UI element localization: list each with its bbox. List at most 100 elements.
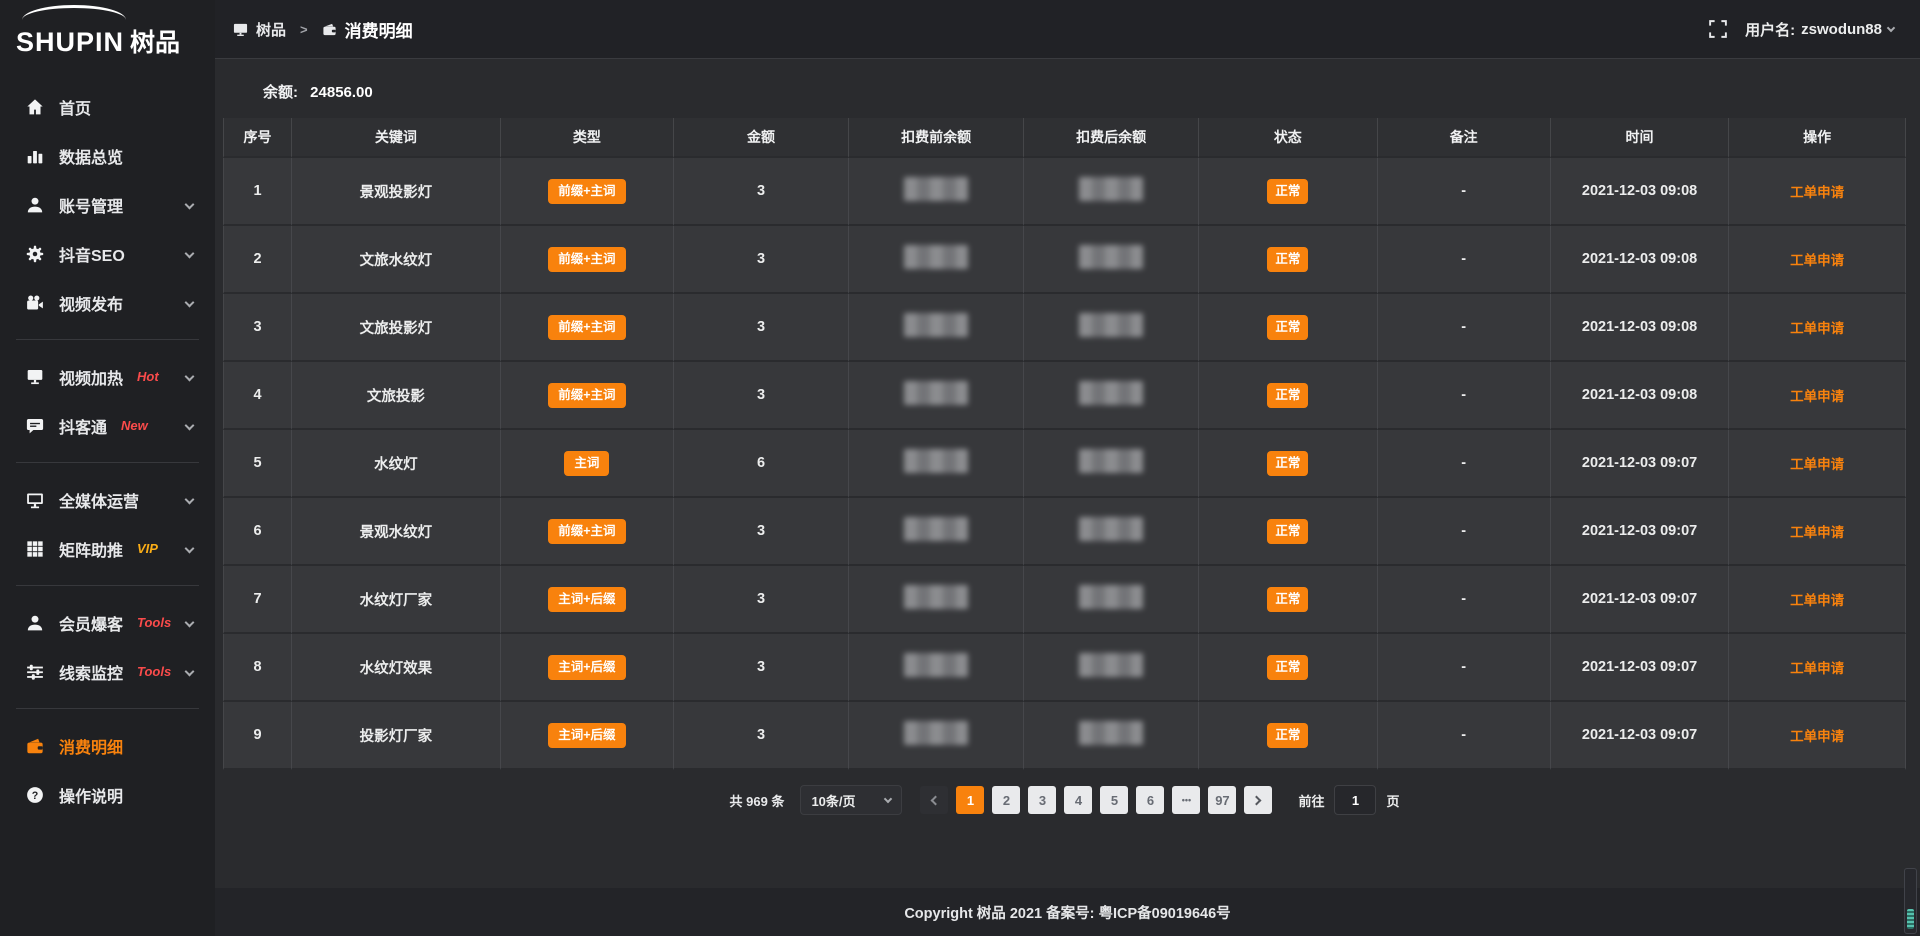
column-header-0: 序号	[223, 118, 292, 158]
scrollbar-thumb[interactable]	[1907, 909, 1914, 929]
sidebar-item-video-publish[interactable]: 视频发布	[0, 278, 215, 327]
page-button-2[interactable]: 2	[992, 786, 1020, 814]
chevron-down-icon	[185, 544, 195, 554]
chevron-down-icon	[185, 200, 195, 210]
cell-masked-balance-before	[849, 226, 1024, 294]
cell-status: 正常	[1199, 430, 1377, 498]
page-size-select[interactable]: 10条/页	[800, 785, 902, 815]
sidebar-item-label: 消费明细	[59, 734, 123, 758]
cell-remark: -	[1378, 430, 1551, 498]
type-badge: 主词+后缀	[548, 655, 625, 680]
logo-text-zh: 树品	[130, 31, 180, 56]
cell-masked-balance-before	[849, 294, 1024, 362]
type-badge: 前缀+主词	[548, 519, 625, 544]
chevron-down-icon	[185, 249, 195, 259]
pagination-total: 共 969 条	[730, 791, 785, 810]
cell-status: 正常	[1199, 634, 1377, 702]
masked-balance-after	[1079, 517, 1143, 541]
masked-balance-before	[904, 381, 968, 405]
cell-type: 前缀+主词	[501, 294, 674, 362]
cell-amount: 3	[674, 702, 849, 770]
sidebar-item-matrix-boost[interactable]: 矩阵助推VIP	[0, 524, 215, 573]
cell-masked-balance-after	[1024, 226, 1199, 294]
next-page-button[interactable]	[1244, 786, 1272, 814]
sidebar-item-member-burst[interactable]: 会员爆客Tools	[0, 598, 215, 647]
action-link[interactable]: 工单申请	[1790, 729, 1844, 744]
fullscreen-icon[interactable]	[1709, 20, 1727, 38]
cell-time: 2021-12-03 09:07	[1551, 566, 1729, 634]
sidebar-item-account-manage[interactable]: 账号管理	[0, 180, 215, 229]
sidebar-item-operation-guide[interactable]: ?操作说明	[0, 770, 215, 819]
pagination: 共 969 条 10条/页 123456 ••• 97 前往 页	[223, 785, 1906, 815]
masked-balance-after	[1079, 381, 1143, 405]
action-link[interactable]: 工单申请	[1790, 321, 1844, 336]
breadcrumb-current: 消费明细	[345, 17, 413, 42]
action-link[interactable]: 工单申请	[1790, 185, 1844, 200]
sidebar-item-douyin-seo[interactable]: 抖音SEO	[0, 229, 215, 278]
sidebar-item-home[interactable]: 首页	[0, 82, 215, 131]
logo[interactable]: SHUPIN 树品	[0, 0, 215, 64]
username-label: 用户名:	[1745, 19, 1795, 40]
chat-icon	[26, 417, 44, 435]
chevron-down-icon	[185, 372, 195, 382]
masked-balance-before	[904, 517, 968, 541]
chevron-down-icon	[1887, 24, 1895, 32]
balance: 余额: 24856.00	[263, 81, 1906, 102]
cell-keyword: 水纹灯效果	[292, 634, 501, 702]
page-button-3[interactable]: 3	[1028, 786, 1056, 814]
sidebar-item-clue-monitor[interactable]: 线索监控Tools	[0, 647, 215, 696]
masked-balance-after	[1079, 177, 1143, 201]
page-ellipsis-button[interactable]: •••	[1172, 786, 1200, 814]
sidebar-item-label: 矩阵助推	[59, 537, 123, 561]
cell-action: 工单申请	[1729, 158, 1906, 226]
cell-time: 2021-12-03 09:07	[1551, 634, 1729, 702]
sidebar-item-video-heat[interactable]: 视频加热Hot	[0, 352, 215, 401]
masked-balance-after	[1079, 449, 1143, 473]
cell-masked-balance-after	[1024, 702, 1199, 770]
table-row: 1景观投影灯前缀+主词3正常-2021-12-03 09:08工单申请	[223, 158, 1906, 226]
cell-action: 工单申请	[1729, 294, 1906, 362]
action-link[interactable]: 工单申请	[1790, 253, 1844, 268]
action-link[interactable]: 工单申请	[1790, 457, 1844, 472]
cell-time: 2021-12-03 09:08	[1551, 158, 1729, 226]
sidebar-item-douketong[interactable]: 抖客通New	[0, 401, 215, 450]
cell-masked-balance-after	[1024, 294, 1199, 362]
action-link[interactable]: 工单申请	[1790, 661, 1844, 676]
masked-balance-after	[1079, 245, 1143, 269]
cell-action: 工单申请	[1729, 362, 1906, 430]
user-area: 用户名: zswodun88	[1709, 19, 1894, 40]
user-dropdown[interactable]: 用户名: zswodun88	[1745, 19, 1894, 40]
sidebar-item-consumption-detail[interactable]: 消费明细	[0, 721, 215, 770]
cell-masked-balance-before	[849, 430, 1024, 498]
cell-type: 主词+后缀	[501, 566, 674, 634]
page-button-5[interactable]: 5	[1100, 786, 1128, 814]
copyright-text: Copyright 树品 2021 备案号: 粤ICP备09019646号	[904, 902, 1230, 923]
action-link[interactable]: 工单申请	[1790, 389, 1844, 404]
cell-index: 6	[223, 498, 292, 566]
sidebar: SHUPIN 树品 首页数据总览账号管理抖音SEO视频发布视频加热Hot抖客通N…	[0, 0, 215, 936]
page-button-4[interactable]: 4	[1064, 786, 1092, 814]
table-row: 6景观水纹灯前缀+主词3正常-2021-12-03 09:07工单申请	[223, 498, 1906, 566]
cell-keyword: 文旅投影灯	[292, 294, 501, 362]
breadcrumb-root[interactable]: 树品	[256, 19, 286, 40]
cell-remark: -	[1378, 702, 1551, 770]
sidebar-item-label: 视频加热	[59, 365, 123, 389]
page-button-6[interactable]: 6	[1136, 786, 1164, 814]
action-link[interactable]: 工单申请	[1790, 525, 1844, 540]
topbar: 树品 > 消费明细 用户名: zswodun88	[215, 0, 1920, 59]
page-button-97[interactable]: 97	[1208, 786, 1236, 814]
sidebar-menu: 首页数据总览账号管理抖音SEO视频发布视频加热Hot抖客通New全媒体运营矩阵助…	[0, 64, 215, 936]
sidebar-item-media-operation[interactable]: 全媒体运营	[0, 475, 215, 524]
action-link[interactable]: 工单申请	[1790, 593, 1844, 608]
user-icon	[26, 196, 44, 214]
prev-page-button[interactable]	[920, 786, 948, 814]
page-button-1[interactable]: 1	[956, 786, 984, 814]
gear-icon	[26, 245, 44, 263]
goto-page-input[interactable]	[1334, 785, 1376, 815]
cell-index: 9	[223, 702, 292, 770]
pagination-goto: 前往 页	[1298, 785, 1399, 815]
member-icon	[26, 614, 44, 632]
cell-amount: 6	[674, 430, 849, 498]
cell-amount: 3	[674, 226, 849, 294]
sidebar-item-data-overview[interactable]: 数据总览	[0, 131, 215, 180]
